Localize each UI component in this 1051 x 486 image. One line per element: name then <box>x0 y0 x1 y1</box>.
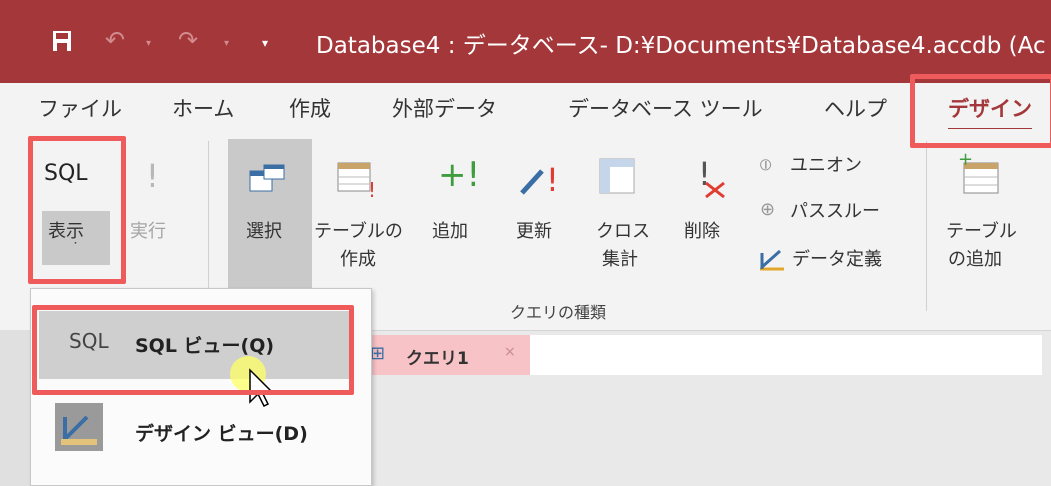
tab-home[interactable]: ホーム <box>172 93 234 123</box>
delete-icon: ! <box>698 155 725 199</box>
highlight-view-button <box>28 136 126 284</box>
delete-button[interactable]: 削除 <box>684 217 720 243</box>
ribbon-tabs: ファイル ホーム 作成 外部データ データベース ツール ヘルプ デザイン <box>0 83 1051 131</box>
add-table-icon: + <box>958 151 999 194</box>
undo-icon[interactable]: ↶ <box>105 26 125 54</box>
union-icon: ⦶ <box>760 155 772 174</box>
redo-dropdown-icon[interactable]: ▾ <box>224 38 229 49</box>
globe-icon: ⊕ <box>760 199 776 220</box>
undo-dropdown-icon[interactable]: ▾ <box>146 38 151 49</box>
design-view-icon <box>55 403 103 451</box>
tab-help[interactable]: ヘルプ <box>824 93 887 123</box>
navigation-pane-edge <box>0 330 30 486</box>
svg-text:!: ! <box>368 178 376 199</box>
tab-external-data[interactable]: 外部データ <box>392 93 497 123</box>
append-button[interactable]: 追加 <box>432 217 468 243</box>
highlight-sql-view <box>32 305 354 395</box>
query-tab-icon: ⊞ <box>370 343 386 364</box>
crosstab-line2[interactable]: 集計 <box>602 245 638 271</box>
tab-database-tools[interactable]: データベース ツール <box>568 93 763 123</box>
query-type-group-label: クエリの種類 <box>510 303 607 322</box>
add-table-line1[interactable]: テーブル <box>946 217 1017 243</box>
document-area <box>362 375 1042 486</box>
separator <box>208 141 209 301</box>
run-icon: ! <box>146 157 159 195</box>
document-tab-label: クエリ1 <box>406 349 469 369</box>
save-icon[interactable] <box>52 30 72 52</box>
make-table-line2[interactable]: 作成 <box>340 245 376 271</box>
redo-icon[interactable]: ↷ <box>178 26 198 54</box>
make-table-icon: ! <box>337 162 376 199</box>
customize-quick-access-icon[interactable]: ▾ <box>262 36 268 50</box>
close-icon[interactable]: × <box>504 344 516 360</box>
svg-text:+: + <box>958 151 973 170</box>
svg-text:!: ! <box>546 161 559 199</box>
crosstab-line1[interactable]: クロス <box>596 217 650 243</box>
data-definition-icon <box>760 249 784 271</box>
separator <box>926 141 927 311</box>
update-button[interactable]: 更新 <box>516 217 552 243</box>
menu-item-label: デザイン ビュー(D) <box>135 423 308 445</box>
document-tab-strip <box>528 335 1042 376</box>
union-button[interactable]: ユニオン <box>790 151 862 177</box>
document-tab-query1[interactable]: ⊞ クエリ1 × <box>362 335 530 375</box>
make-table-line1[interactable]: テーブルの <box>314 217 403 243</box>
select-label: 選択 <box>246 221 282 242</box>
append-icon: +! <box>438 155 481 195</box>
run-button[interactable]: 実行 <box>130 217 166 243</box>
data-definition-button[interactable]: データ定義 <box>792 245 882 271</box>
highlight-design-tab <box>910 74 1051 148</box>
crosstab-icon <box>599 158 635 194</box>
menu-item-design-view[interactable]: デザイン ビュー(D) <box>39 397 349 465</box>
passthrough-button[interactable]: パススルー <box>790 197 880 223</box>
tab-file[interactable]: ファイル <box>38 93 122 123</box>
tab-create[interactable]: 作成 <box>289 93 331 123</box>
title-bar: ↶ ▾ ↷ ▾ ▾ Database4 : データベース- D:¥Documen… <box>0 0 1051 83</box>
update-icon: ! <box>520 161 559 199</box>
select-query-icon <box>249 164 285 192</box>
add-table-line2[interactable]: の追加 <box>948 245 1002 271</box>
window-title: Database4 : データベース- D:¥Documents¥Databas… <box>316 33 1046 59</box>
svg-text:!: ! <box>698 155 711 193</box>
